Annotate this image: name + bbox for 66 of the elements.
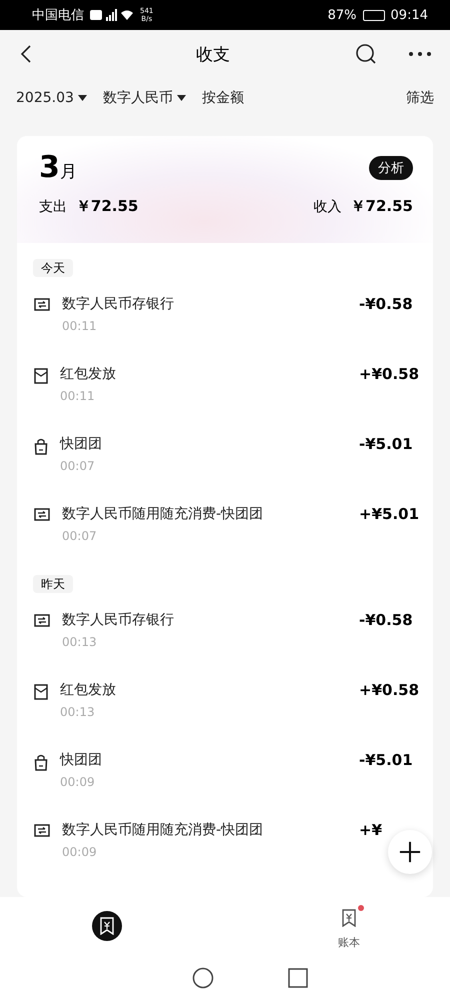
- month-label: 3月: [39, 150, 77, 185]
- search-icon[interactable]: [354, 42, 378, 66]
- transaction-row[interactable]: 数字人民币存银行 00:11 -¥0.58: [17, 279, 433, 349]
- transaction-row[interactable]: 数字人民币随用随充消费-快团团 00:07 +¥5.01: [17, 489, 433, 559]
- transaction-row[interactable]: 数字人民币存银行 00:13 -¥0.58: [17, 595, 433, 665]
- transaction-time: 00:11: [60, 389, 96, 403]
- nav-tab[interactable]: 账本: [334, 902, 364, 950]
- transaction-amount: -¥5.01: [359, 751, 414, 769]
- filter-dropdown[interactable]: 2025.03: [16, 90, 87, 106]
- receipt-icon: [99, 917, 115, 935]
- clock: 09:14: [390, 8, 428, 22]
- bag-icon: [34, 438, 48, 455]
- day-label: 昨天: [33, 575, 73, 593]
- carrier-name: 中国电信: [32, 7, 84, 24]
- transaction-amount: -¥5.01: [359, 435, 414, 453]
- battery-percent: 87%: [328, 8, 357, 22]
- transaction-time: 00:09: [60, 775, 96, 789]
- transfer-icon: [34, 508, 50, 521]
- plus-icon: [399, 841, 421, 863]
- battery-icon: [362, 10, 385, 20]
- transaction-amount: +¥5.01: [359, 505, 417, 523]
- bag-icon: [34, 754, 48, 771]
- transaction-time: 00:07: [60, 459, 96, 473]
- transaction-time: 00:13: [60, 705, 96, 719]
- transaction-amount: +¥0.58: [359, 681, 417, 699]
- transaction-row[interactable]: 红包发放 00:13 +¥0.58: [17, 665, 433, 735]
- home-icon[interactable]: [192, 966, 214, 988]
- transaction-row[interactable]: 数字人民币随用随充消费-快团团 00:09 +¥: [17, 805, 433, 875]
- analyze-button[interactable]: 分析: [369, 156, 413, 180]
- filter-dropdown[interactable]: 数字人民币: [102, 89, 186, 107]
- transaction-title: 红包发放: [60, 681, 117, 699]
- envelope-icon: [34, 368, 48, 384]
- transaction-amount: +¥0.58: [359, 365, 417, 383]
- signal-icon: [90, 8, 134, 22]
- expense-total: 支出 ￥72.55: [39, 197, 138, 216]
- income-total: 收入 ￥72.55: [314, 197, 413, 216]
- transaction-title: 快团团: [60, 435, 103, 453]
- envelope-icon: [34, 684, 48, 700]
- transaction-title: 数字人民币随用随充消费-快团团: [62, 821, 264, 839]
- transaction-time: 00:11: [62, 319, 98, 333]
- transaction-amount: +¥: [359, 821, 384, 839]
- transaction-row[interactable]: 快团团 00:09 -¥5.01: [17, 735, 433, 805]
- transaction-title: 快团团: [60, 751, 103, 769]
- nav-tab[interactable]: [92, 911, 122, 941]
- transaction-amount: -¥0.58: [359, 295, 414, 313]
- transaction-row[interactable]: 快团团 00:07 -¥5.01: [17, 419, 433, 489]
- transaction-amount: -¥0.58: [359, 611, 414, 629]
- transaction-row[interactable]: 红包发放 00:11 +¥0.58: [17, 349, 433, 419]
- recents-icon[interactable]: [288, 968, 308, 988]
- transaction-time: 00:07: [62, 529, 98, 543]
- transaction-time: 00:09: [62, 845, 98, 859]
- filter-button[interactable]: 筛选: [406, 89, 434, 107]
- transaction-title: 红包发放: [60, 365, 117, 383]
- transaction-title: 数字人民币存银行: [62, 295, 175, 313]
- transaction-time: 00:13: [62, 635, 98, 649]
- transaction-title: 数字人民币存银行: [62, 611, 175, 629]
- more-icon[interactable]: [408, 51, 432, 57]
- transaction-title: 数字人民币随用随充消费-快团团: [62, 505, 264, 523]
- transfer-icon: [34, 298, 50, 311]
- receipt-icon: [341, 908, 357, 926]
- transfer-icon: [34, 824, 50, 837]
- page-title: 收支: [195, 44, 231, 66]
- transfer-icon: [34, 614, 50, 627]
- day-label: 今天: [33, 259, 73, 277]
- back-icon[interactable]: [20, 44, 32, 64]
- filter-dropdown[interactable]: 按金额: [202, 89, 244, 107]
